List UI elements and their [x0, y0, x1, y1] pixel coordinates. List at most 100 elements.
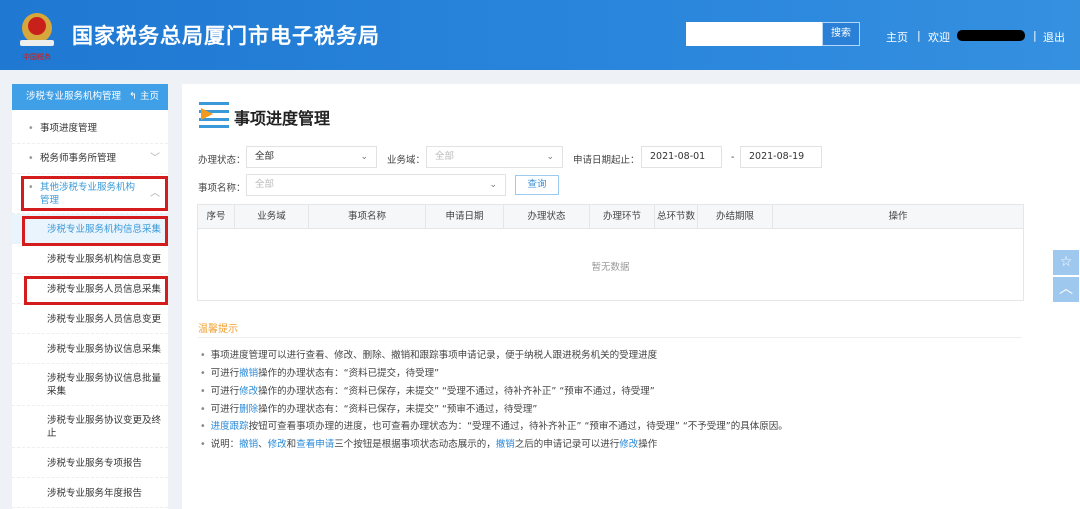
- column-header: 申请日期: [426, 205, 504, 228]
- tip-item: 进度跟踪按钮可查看事项办理的进度，也可查看办理状态为：“受理不通过，待补齐补正”…: [200, 418, 788, 432]
- sidebar-item-label: 涉税专业服务机构信息变更: [47, 254, 162, 265]
- sidebar-item-label: 涉税专业服务协议信息采集: [47, 344, 162, 355]
- tip-item: 可进行删除操作的办理状态有：“资料已保存，未提交” “预审不通过，待受理”: [200, 401, 538, 415]
- date-from-input[interactable]: 2021-08-01: [641, 146, 722, 168]
- chevron-down-icon: ﹀: [150, 153, 160, 164]
- tip-text: 操作: [638, 439, 658, 450]
- tip-text: 操作的办理状态有：“资料已保存，未提交” “受理不通过，待补齐补正” “预审不通…: [258, 386, 655, 397]
- svg-text:中国税务: 中国税务: [23, 52, 51, 61]
- tax-emblem-logo: 中国税务: [20, 13, 54, 61]
- sidebar-item-agreement-batch[interactable]: 涉税专业服务协议信息批量采集: [12, 364, 168, 406]
- modify-link[interactable]: 修改: [268, 439, 287, 450]
- sidebar-item-firm-management[interactable]: 税务师事务所管理 ﹀: [12, 144, 168, 174]
- status-value: 全部: [255, 151, 275, 162]
- list-icon: [199, 102, 229, 128]
- tip-item: 可进行撤销操作的办理状态有：“资料已提交，待受理”: [200, 365, 439, 379]
- query-button[interactable]: 查询: [515, 175, 559, 195]
- revoke-link[interactable]: 撤销: [239, 439, 258, 450]
- highlight-box: [24, 276, 168, 305]
- tip-text: 操作的办理状态有：“资料已保存，未提交” “预审不通过，待受理”: [258, 404, 538, 415]
- column-header: 办理环节: [590, 205, 655, 228]
- tip-text: 三个按钮是根据事项状态动态展示的，: [334, 439, 496, 450]
- domain-select[interactable]: 全部 ⌄: [426, 146, 563, 168]
- sidebar-item-label: 涉税专业服务协议信息批量采集: [47, 373, 162, 397]
- status-label: 办理状态：: [198, 155, 246, 166]
- revoke-link[interactable]: 撤销: [239, 368, 258, 379]
- sidebar-item-progress[interactable]: 事项进度管理: [12, 114, 168, 144]
- tip-text: 说明：: [210, 439, 240, 450]
- date-label: 申请日期起止：: [573, 155, 640, 166]
- tip-text: 可进行: [210, 368, 240, 379]
- nav-separator: |: [917, 29, 921, 42]
- tip-item: 可进行修改操作的办理状态有：“资料已保存，未提交” “受理不通过，待补齐补正” …: [200, 383, 655, 397]
- empty-message: 暂无数据: [591, 262, 630, 273]
- column-header: 操作: [888, 211, 908, 222]
- tip-text: 可进行: [210, 386, 240, 397]
- view-application-link[interactable]: 查看申请: [296, 439, 334, 450]
- column-header: 办结期限: [698, 205, 773, 228]
- domain-label: 业务域：: [387, 155, 426, 166]
- sidebar-item-annual-report[interactable]: 涉税专业服务年度报告: [12, 478, 168, 508]
- sidebar-item-staff-info-change[interactable]: 涉税专业服务人员信息变更: [12, 304, 168, 334]
- modify-link[interactable]: 修改: [239, 386, 258, 397]
- tips-title: 温馨提示: [198, 324, 238, 335]
- chevron-down-icon: ⌄: [546, 152, 554, 162]
- chevron-down-icon: ⌄: [360, 152, 368, 162]
- header: 中国税务 国家税务总局厦门市电子税务局 搜索 主页 | 欢迎 | 退出: [0, 0, 1080, 70]
- highlight-box: [22, 216, 168, 246]
- track-progress-link[interactable]: 进度跟踪: [211, 421, 249, 432]
- tip-text: 操作的办理状态有：“资料已提交，待受理”: [258, 368, 439, 379]
- sidebar-item-institution-info-change[interactable]: 涉税专业服务机构信息变更: [12, 244, 168, 274]
- column-header: 业务域: [235, 205, 309, 228]
- welcome-text: 欢迎: [928, 31, 950, 44]
- table-body: 暂无数据: [197, 229, 1024, 301]
- delete-link[interactable]: 删除: [239, 404, 258, 415]
- sidebar-item-agreement-change[interactable]: 涉税专业服务协议变更及终止: [12, 406, 168, 448]
- tip-text: 、: [258, 439, 268, 450]
- domain-placeholder: 全部: [435, 151, 455, 162]
- status-select[interactable]: 全部 ⌄: [246, 146, 377, 168]
- divider: [198, 337, 1022, 338]
- tip-text: 和: [286, 439, 297, 450]
- sidebar-item-label: 事项进度管理: [40, 123, 98, 134]
- sidebar-item-label: 涉税专业服务年度报告: [47, 488, 143, 499]
- home-link[interactable]: 主页: [886, 29, 908, 45]
- date-separator: -: [731, 152, 735, 163]
- tip-item: 说明：撤销、修改和查看申请三个按钮是根据事项状态动态展示的，撤销之后的申请记录可…: [200, 436, 658, 450]
- back-to-top-icon[interactable]: ︿: [1053, 277, 1079, 302]
- sidebar-item-label: 涉税专业服务专项报告: [47, 458, 143, 469]
- page-title: 事项进度管理: [234, 109, 331, 128]
- tip-text: 可进行: [210, 404, 240, 415]
- favorite-star-icon[interactable]: ☆: [1053, 250, 1079, 275]
- tip-text: 之后的申请记录可以进行: [514, 439, 620, 450]
- column-header: 办理状态: [504, 205, 590, 228]
- highlight-box: [21, 176, 168, 211]
- search-button[interactable]: 搜索: [822, 22, 860, 46]
- revoke-link[interactable]: 撤销: [496, 439, 515, 450]
- nav-separator: |: [1033, 29, 1037, 42]
- sidebar-item-label: 涉税专业服务协议变更及终止: [47, 415, 162, 439]
- sidebar-title: 涉税专业服务机构管理: [26, 91, 122, 102]
- modify-link[interactable]: 修改: [619, 439, 638, 450]
- tip-text: 事项进度管理可以进行查看、修改、删除、撤销和跟踪事项申请记录，便于纳税人跟进税务…: [210, 350, 658, 361]
- sidebar-item-special-report[interactable]: 涉税专业服务专项报告: [12, 448, 168, 478]
- tip-text: 按钮可查看事项办理的进度，也可查看办理状态为：“受理不通过，待补齐补正” “预审…: [248, 421, 788, 432]
- column-header: 总环节数: [655, 205, 698, 228]
- search-input[interactable]: [686, 22, 822, 46]
- item-name-placeholder: 全部: [255, 179, 275, 190]
- item-name-label: 事项名称：: [198, 183, 246, 194]
- column-header: 序号: [198, 205, 235, 228]
- sidebar-home-link[interactable]: ↰ 主页: [129, 84, 159, 110]
- sidebar-item-label: 税务师事务所管理: [40, 153, 117, 164]
- site-title: 国家税务总局厦门市电子税务局: [72, 24, 380, 48]
- sidebar-item-agreement-collect[interactable]: 涉税专业服务协议信息采集: [12, 334, 168, 364]
- date-to-input[interactable]: 2021-08-19: [740, 146, 822, 168]
- table-header: 序号 业务域 事项名称 申请日期 办理状态 办理环节 总环节数 办结期限 操作: [197, 204, 1024, 229]
- back-arrow-icon: ↰: [129, 91, 137, 102]
- redacted-username: [957, 30, 1025, 41]
- chevron-down-icon: ⌄: [489, 180, 497, 190]
- item-name-select[interactable]: 全部 ⌄: [246, 174, 506, 196]
- column-header: 事项名称: [309, 205, 426, 228]
- logout-link[interactable]: 退出: [1043, 29, 1065, 45]
- sidebar-header: 涉税专业服务机构管理 ↰ 主页: [12, 84, 168, 110]
